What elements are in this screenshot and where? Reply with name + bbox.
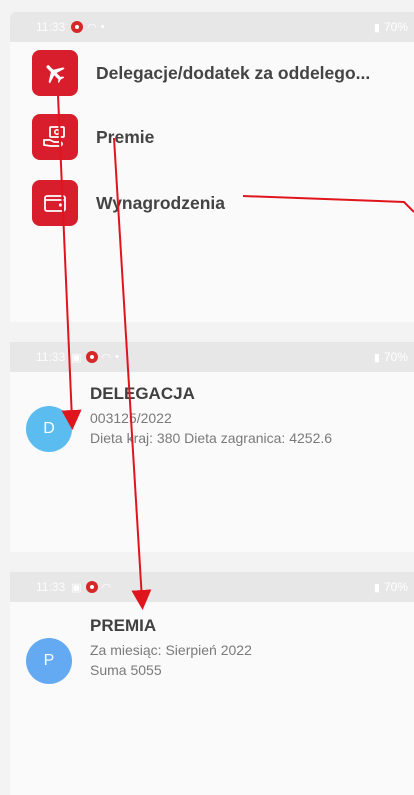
avatar: P [26,638,72,684]
entry-title: PREMIA [90,616,157,635]
menu-item-label: Delegacje/dodatek za oddelego... [96,62,371,83]
battery-level: 70% [383,350,408,364]
delegation-screen: 11:33 ▣ ◠ • ▮ 70% D DELEGACJA 003125/202… [10,342,414,552]
bonus-screen: 11:33 ▣ ◠ ▮ 70% P PREMIA Za miesiąc: Sie… [10,572,414,795]
wallet-icon [32,180,78,226]
image-icon: ▣ [71,581,82,594]
menu-item-label: Premie [96,126,155,147]
signal-icon: ▮ [373,351,380,364]
list-item[interactable]: D DELEGACJA 003125/2022 Dieta kraj: 380 … [26,384,414,452]
wifi-icon: ◠ [87,21,97,34]
dot-icon: • [115,351,120,363]
wifi-icon: ◠ [101,581,112,594]
menu-item-label: Wynagrodzenia [96,192,226,213]
menu-item-delegacje[interactable]: Delegacje/dodatek za oddelego... [32,50,370,96]
status-bar: 11:33 ◠ • ▮ 70% [10,12,414,42]
status-time: 11:33 [36,580,66,594]
entry-sum: Suma 5055 [90,662,162,678]
image-icon: ▣ [71,351,82,364]
signal-icon: ▮ [373,581,380,594]
list-item[interactable]: P PREMIA Za miesiąc: Sierpień 2022 Suma … [26,616,414,684]
eye-icon [85,351,98,363]
entry-number: 003125/2022 [90,410,172,426]
menu-item-premie[interactable]: Premie [32,114,154,160]
wifi-icon: ◠ [101,351,112,364]
status-bar: 11:33 ▣ ◠ • ▮ 70% [10,342,414,372]
avatar: D [26,406,72,452]
status-time: 11:33 [36,20,66,34]
entry-month: Za miesiąc: Sierpień 2022 [90,642,252,658]
eye-icon [85,581,98,593]
battery-level: 70% [383,580,408,594]
airplane-icon [32,50,78,96]
dot-icon: • [100,21,105,33]
eye-icon [71,21,84,33]
entry-details: Dieta kraj: 380 Dieta zagranica: 4252.6 [90,430,333,446]
menu-screen: 11:33 ◠ • ▮ 70% Delegacje/dodatek za odd… [10,12,414,322]
entry-title: DELEGACJA [90,384,195,403]
menu-item-wynagrodzenia[interactable]: Wynagrodzenia [32,180,225,226]
money-hand-icon [32,114,78,160]
battery-level: 70% [383,20,408,34]
signal-icon: ▮ [373,21,380,34]
status-time: 11:33 [36,350,66,364]
status-bar: 11:33 ▣ ◠ ▮ 70% [10,572,414,602]
